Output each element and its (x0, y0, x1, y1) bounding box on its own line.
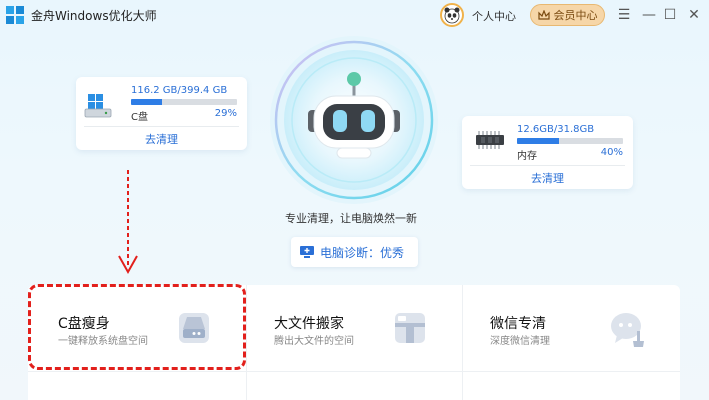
box-icon (395, 313, 425, 343)
vip-center-label: 会员中心 (553, 9, 598, 22)
app-title: 金舟Windows优化大师 (31, 9, 157, 23)
feature-title: 微信专清 (490, 316, 546, 332)
vip-center-button[interactable]: 会员中心 (530, 4, 605, 26)
divider (246, 371, 247, 400)
user-avatar[interactable] (440, 3, 464, 27)
memory-usage-card: 12.6GB/31.8GB 内存 40% 去清理 (462, 116, 633, 189)
app-logo-icon (6, 6, 24, 24)
diagnosis-button[interactable]: 电脑诊断：优秀 (291, 237, 418, 267)
user-center-link[interactable]: 个人中心 (472, 8, 516, 24)
memory-percent: 40% (600, 147, 623, 158)
close-button[interactable]: ✕ (686, 6, 702, 24)
chat-clean-icon (611, 313, 644, 347)
memory-usage-text: 12.6GB/31.8GB (517, 124, 595, 135)
robot-mascot-icon (270, 36, 438, 204)
divider (470, 165, 625, 166)
slogan-text: 专业清理，让电脑焕然一新 (285, 212, 417, 225)
maximize-button[interactable]: ☐ (662, 6, 678, 24)
memory-usage-bar-fill (517, 138, 560, 144)
memory-chip-icon (476, 131, 504, 149)
feature-large-file-move[interactable]: 大文件搬家 腾出大文件的空间 (246, 285, 463, 371)
disk-name: C盘 (131, 112, 148, 123)
memory-clean-link[interactable]: 去清理 (462, 170, 633, 186)
title-bar: 金舟Windows优化大师 个人中心 会员中心 ☰ — ☐ ✕ (0, 0, 709, 30)
divider (28, 371, 680, 372)
feature-desc: 腾出大文件的空间 (274, 336, 354, 347)
panda-avatar-icon (444, 7, 460, 24)
crown-icon (537, 9, 550, 20)
disk-usage-text: 116.2 GB/399.4 GB (131, 85, 228, 96)
feature-title: 大文件搬家 (274, 316, 344, 332)
memory-name: 内存 (517, 151, 537, 162)
menu-icon[interactable]: ☰ (616, 6, 632, 24)
disk-usage-card: 116.2 GB/399.4 GB C盘 29% 去清理 (76, 77, 247, 150)
diagnosis-label: 电脑诊断：优秀 (320, 245, 405, 260)
feature-wechat-clean[interactable]: 微信专清 深度微信清理 (462, 285, 679, 371)
memory-usage-bar (517, 138, 623, 144)
minimize-button[interactable]: — (641, 6, 657, 24)
annotation-arrow-icon (118, 170, 138, 275)
monitor-plus-icon (300, 246, 314, 258)
disk-usage-bar-fill (131, 99, 162, 105)
divider (462, 371, 463, 400)
disk-usage-bar (131, 99, 237, 105)
highlight-annotation (28, 284, 246, 370)
disk-percent: 29% (214, 108, 237, 119)
disk-clean-link[interactable]: 去清理 (76, 131, 247, 147)
windows-drive-icon (84, 94, 112, 118)
feature-desc: 深度微信清理 (490, 336, 550, 347)
divider (84, 126, 239, 127)
